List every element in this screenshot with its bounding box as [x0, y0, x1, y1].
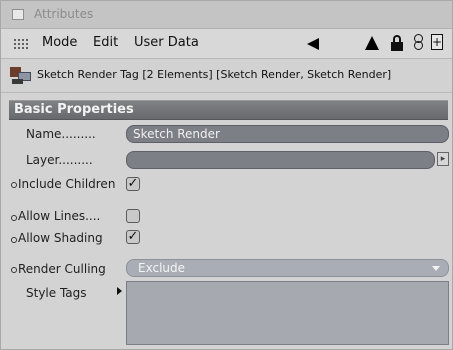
render-culling-select[interactable]: Exclude [126, 259, 449, 277]
link-icon[interactable] [414, 34, 423, 50]
new-window-icon[interactable]: + [431, 34, 443, 50]
allow-lines-animate-dot[interactable] [11, 215, 17, 221]
triangle-right-icon[interactable] [117, 287, 122, 295]
up-arrow-icon[interactable] [365, 36, 379, 50]
render-culling-value: Exclude [138, 261, 186, 275]
menu-bar: Mode Edit User Data + [1, 29, 452, 59]
window-title: Attributes [34, 7, 94, 21]
name-field[interactable]: Sketch Render [126, 125, 449, 143]
sketch-render-tag-icon [10, 67, 31, 85]
allow-shading-checkbox[interactable]: ✓ [126, 230, 140, 244]
menu-mode[interactable]: Mode [42, 35, 77, 50]
render-culling-label: Render Culling [18, 262, 106, 276]
style-tags-label: Style Tags [26, 286, 87, 300]
render-culling-animate-dot[interactable] [11, 267, 17, 273]
layer-label: Layer......... [26, 153, 93, 167]
lock-icon[interactable] [391, 35, 405, 51]
menu-user-data[interactable]: User Data [134, 35, 199, 50]
chevron-right-icon[interactable]: ▸ [437, 152, 449, 166]
back-arrow-icon[interactable] [307, 38, 319, 50]
section-title: Basic Properties [14, 102, 134, 117]
object-title: Sketch Render Tag [2 Elements] [Sketch R… [37, 68, 392, 81]
allow-shading-label: Allow Shading [18, 231, 103, 245]
object-header: Sketch Render Tag [2 Elements] [Sketch R… [1, 59, 452, 93]
layer-field[interactable] [126, 151, 435, 169]
tag-icon-part-c [12, 79, 23, 84]
lock-body [391, 42, 403, 51]
title-bar: Attributes [1, 1, 452, 29]
allow-shading-animate-dot[interactable] [11, 237, 17, 243]
grip-icon[interactable] [13, 38, 29, 50]
attributes-panel: Attributes Mode Edit User Data + Sketch … [0, 0, 453, 350]
allow-lines-label: Allow Lines.... [18, 209, 101, 223]
style-tags-list[interactable] [126, 281, 449, 345]
window-icon [12, 9, 24, 20]
chevron-down-icon [432, 266, 440, 271]
menu-edit[interactable]: Edit [93, 35, 118, 50]
allow-lines-checkbox[interactable] [126, 209, 140, 223]
name-label: Name......... [26, 127, 96, 141]
include-children-checkbox[interactable]: ✓ [126, 177, 140, 191]
section-heading-basic-properties[interactable]: Basic Properties [9, 100, 448, 120]
link-ring-bottom [414, 41, 423, 50]
include-children-animate-dot[interactable] [11, 182, 17, 188]
include-children-label: Include Children [18, 177, 116, 191]
